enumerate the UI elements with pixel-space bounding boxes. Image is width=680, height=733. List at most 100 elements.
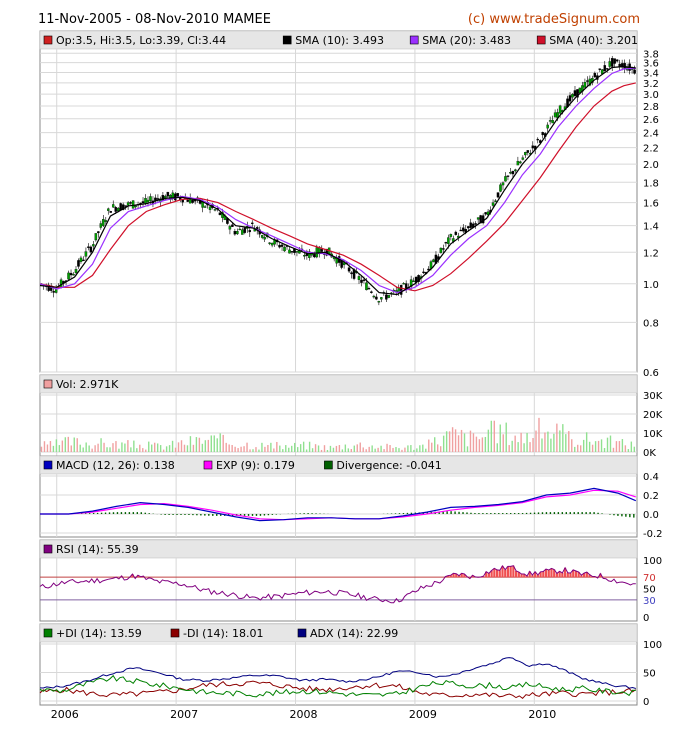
candle-body	[320, 249, 324, 252]
candle-body	[514, 169, 517, 172]
legend-label: Vol: 2.971K	[56, 378, 119, 391]
candle-body	[613, 58, 616, 64]
candle-body	[365, 282, 368, 291]
candle-body	[238, 228, 242, 231]
candle-body	[377, 301, 381, 303]
candle-body	[367, 288, 371, 290]
candle-body	[340, 260, 343, 268]
y-tick-label: 100	[643, 640, 662, 651]
candle-body	[154, 197, 157, 201]
y-tick-label: 30K	[643, 391, 663, 402]
candle-body	[521, 157, 525, 160]
candle-body	[546, 124, 549, 129]
candle-body	[412, 280, 415, 283]
candle-body	[203, 206, 207, 208]
legend-label: RSI (14): 55.39	[56, 543, 139, 556]
candle-body	[469, 222, 472, 228]
candle-body	[350, 272, 353, 275]
y-tick-label: 0.8	[643, 318, 659, 329]
candle-body	[191, 199, 194, 203]
candle-body	[82, 259, 85, 262]
candle-body	[54, 289, 58, 293]
x-tick-label: 2009	[409, 708, 437, 721]
candle-body	[362, 279, 366, 281]
legend-bar-volume	[39, 374, 638, 394]
candle-body	[186, 199, 189, 202]
y-tick-label: 1.6	[643, 199, 659, 210]
stock-chart: Op:3.5, Hi:3.5, Lo:3.39, Cl:3.44 SMA (10)…	[39, 30, 663, 721]
candle-body	[97, 231, 100, 234]
candle-body	[263, 237, 266, 240]
legend-swatch	[203, 460, 213, 470]
candle-body	[134, 205, 137, 208]
candle-body	[116, 207, 120, 212]
y-tick-label: 50	[643, 585, 656, 596]
candle-body	[251, 222, 254, 225]
candle-body	[89, 246, 93, 253]
y-tick-label: 30	[643, 596, 656, 607]
candle-body	[241, 229, 244, 235]
legend-swatch	[536, 35, 546, 45]
candle-body	[606, 68, 609, 70]
candle-body	[176, 193, 180, 197]
candle-body	[141, 201, 145, 204]
candle-body	[104, 220, 108, 222]
candle-body	[357, 276, 361, 280]
panel-frame-price	[39, 30, 638, 373]
candle-body	[270, 242, 274, 246]
legend-label: SMA (10): 3.493	[295, 34, 384, 47]
candle-body	[524, 152, 527, 156]
candle-body	[536, 138, 539, 141]
candle-body	[213, 209, 217, 211]
candle-body	[233, 231, 237, 235]
y-tick-label: 2.6	[643, 115, 659, 126]
legend-label: SMA (20): 3.483	[422, 34, 511, 47]
y-tick-label: 2.8	[643, 102, 659, 113]
candle-body	[603, 65, 607, 72]
candle-body	[372, 295, 376, 298]
candle-body	[243, 227, 247, 233]
y-tick-label: 2.0	[643, 160, 659, 171]
candle-body	[248, 230, 252, 233]
candle-body	[466, 226, 470, 229]
candle-body	[313, 253, 316, 258]
legend-label: Divergence: -0.041	[336, 459, 441, 472]
candle-body	[280, 244, 284, 247]
legend-swatch	[324, 460, 333, 470]
legend-label: -DI (14): 18.01	[183, 627, 263, 640]
candle-body	[370, 291, 373, 293]
candle-body	[268, 242, 271, 244]
candle-body	[476, 217, 480, 220]
y-tick-label: 1.2	[643, 248, 659, 259]
candle-body	[278, 244, 281, 248]
candle-body	[519, 161, 522, 164]
candle-body	[131, 200, 135, 209]
y-tick-label: 20K	[643, 410, 663, 421]
y-tick-label: 10K	[643, 429, 663, 440]
candle-body	[114, 207, 117, 212]
candle-body	[449, 234, 453, 237]
candle-body	[422, 271, 425, 274]
x-tick-label: 2008	[290, 708, 318, 721]
x-tick-label: 2010	[528, 708, 556, 721]
candle-body	[499, 184, 502, 192]
candle-body	[231, 224, 234, 227]
candle-body	[99, 223, 103, 228]
candle-body	[541, 132, 544, 136]
candle-body	[144, 198, 147, 204]
y-tick-label: 0.4	[643, 472, 659, 483]
candle-body	[474, 223, 477, 225]
candle-body	[531, 145, 535, 149]
candle-body	[303, 255, 306, 257]
candle-body	[439, 247, 443, 253]
candle-body	[94, 233, 98, 241]
candle-body	[79, 257, 83, 262]
y-tick-label: 0.6	[643, 368, 659, 379]
candle-body	[387, 295, 391, 298]
candle-body	[295, 251, 299, 253]
candle-body	[504, 176, 507, 182]
y-tick-label: 3.0	[643, 90, 659, 101]
legend-swatch	[43, 379, 53, 389]
candle-body	[260, 235, 264, 238]
y-tick-label: 3.4	[643, 68, 659, 79]
